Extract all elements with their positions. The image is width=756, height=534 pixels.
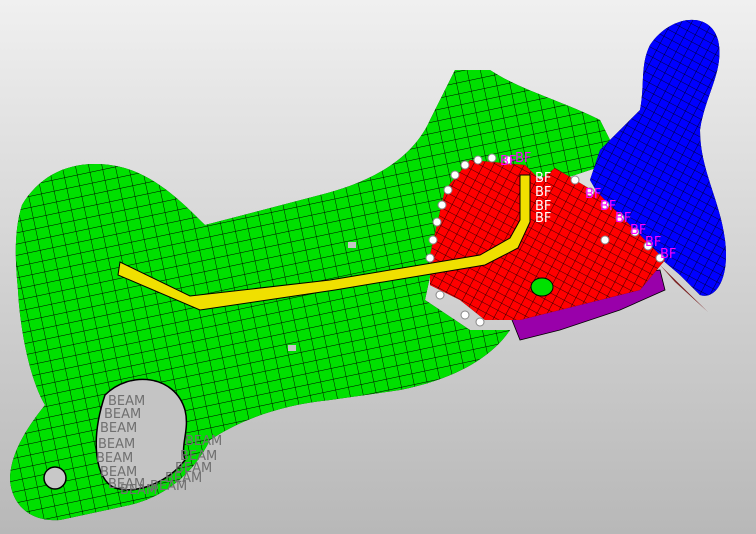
beam-label: BEAM (98, 437, 135, 452)
beam-label: BEAM (96, 451, 133, 466)
rigid-node-marker (460, 160, 470, 170)
rigid-element-label: BF (535, 185, 551, 200)
rigid-node-marker (475, 317, 485, 327)
rigid-element-label: BF (585, 187, 601, 202)
small-hole (348, 242, 356, 248)
mount-hole (43, 466, 67, 490)
rigid-element-label: BF (535, 211, 551, 226)
rigid-node-marker (432, 217, 442, 227)
rigid-node-marker (425, 253, 435, 263)
rigid-node-marker (428, 235, 438, 245)
graphics-viewport[interactable]: BEAM BEAM BEAM BEAM BEAM BEAM BEAM BEAM BEAM BEAM… (0, 0, 756, 534)
rigid-node-marker (487, 153, 497, 163)
rigid-element-label: BF (645, 235, 661, 250)
rigid-node-marker (437, 200, 447, 210)
beam-label: BEAM (100, 421, 137, 436)
rigid-element-label: BF (515, 151, 531, 166)
beam-label: BEAM (150, 479, 187, 494)
rigid-element-label: BF (630, 223, 646, 238)
rigid-node-marker (570, 175, 580, 185)
rigid-node-marker (473, 155, 483, 165)
beam-label: BEAM (185, 434, 222, 449)
beam-label: BEAM (104, 407, 141, 422)
rigid-element-label: BF (660, 247, 676, 262)
model-canvas[interactable]: BEAMBEAMBEAMBEAMBEAMBEAMBEAMBEAMBEAMBEAM… (0, 0, 756, 534)
rigid-node-marker (443, 185, 453, 195)
rigid-node-marker (435, 290, 445, 300)
small-hole (288, 345, 296, 351)
rigid-node-marker (600, 235, 610, 245)
rigid-node-marker (460, 310, 470, 320)
rigid-element-label: BF (500, 154, 516, 169)
rigid-element-label: BF (615, 211, 631, 226)
red-bracket-hole (530, 277, 554, 297)
rigid-element-label: BF (535, 171, 551, 186)
rigid-element-label: BF (600, 199, 616, 214)
rigid-node-marker (450, 170, 460, 180)
